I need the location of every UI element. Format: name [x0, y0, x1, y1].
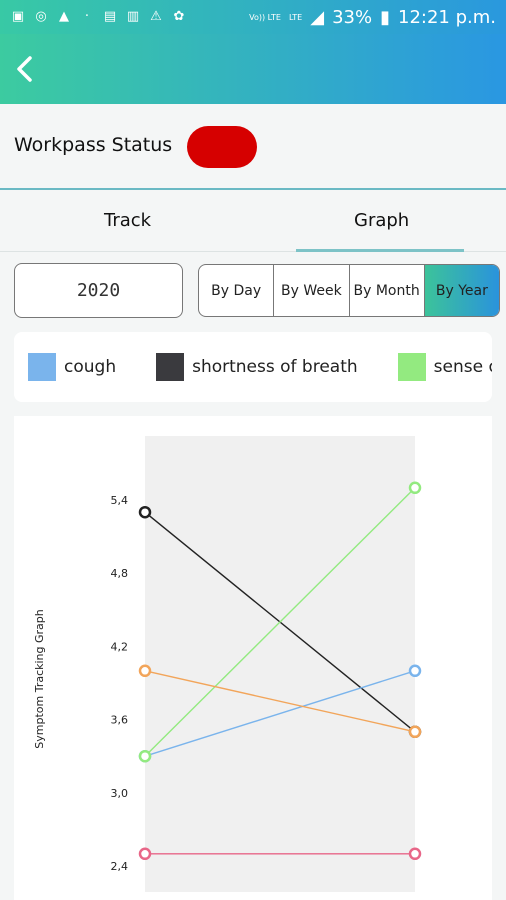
period-by-week-button[interactable]: By Week [274, 265, 350, 316]
legend-label: shortness of breath [192, 357, 358, 377]
active-tab-indicator [296, 249, 464, 252]
workpass-status-label: Workpass Status [14, 134, 173, 156]
y-tick-label: 3,0 [111, 787, 129, 800]
chart-card: 5,4 4,8 4,2 3,6 3,0 2,4 Symptom Tracking Graph [14, 416, 492, 900]
legend-item-sense: sense o [397, 353, 492, 381]
app-update-icon: ▤ [103, 9, 117, 24]
tab-track[interactable]: Track [104, 210, 151, 231]
chart-legend: cough shortness of breath sense o [14, 332, 492, 402]
legend-swatch [156, 353, 185, 381]
app-bar [0, 34, 506, 104]
plot-area [145, 436, 415, 892]
year-selector[interactable]: 2020 [14, 263, 183, 318]
legend-swatch [397, 353, 426, 381]
data-point [138, 505, 152, 519]
data-point [408, 664, 422, 678]
workpass-status-indicator [187, 126, 257, 168]
y-tick-label: 5,4 [111, 494, 129, 507]
notification-icons: ▣ ◎ ▲ · ▤ ▥ ⚠ ✿ [10, 9, 187, 25]
legend-item-shortness-of-breath: shortness of breath [156, 353, 358, 381]
y-tick-label: 3,6 [111, 714, 129, 727]
signal-icon: ◢ [310, 6, 325, 28]
battery-icon: ▮ [380, 6, 390, 28]
android-icon: ▲ [59, 9, 69, 24]
period-by-day-button[interactable]: By Day [199, 265, 275, 316]
legend-item-cough: cough [28, 353, 116, 381]
data-point [138, 749, 152, 763]
tab-graph[interactable]: Graph [354, 210, 409, 231]
symptom-line-chart: 5,4 4,8 4,2 3,6 3,0 2,4 Symptom Tracking Graph [33, 436, 422, 892]
data-point [408, 481, 422, 495]
y-tick-label: 2,4 [111, 860, 129, 873]
warning-icon: ⚠ [150, 9, 162, 24]
system-status: Vo)) LTE LTE ◢ 33% ▮ 12:21 p.m. [249, 7, 496, 28]
lte-indicator: LTE [288, 12, 303, 22]
workpass-section: Workpass Status [0, 104, 506, 190]
whatsapp-icon: ◎ [35, 9, 47, 24]
status-bar: ▣ ◎ ▲ · ▤ ▥ ⚠ ✿ Vo)) LTE LTE ◢ 33% ▮ 12:… [0, 0, 506, 34]
tab-bar: Track Graph [0, 192, 506, 252]
dot-icon: · [84, 9, 90, 24]
settings-notification-icon: ✿ [173, 9, 185, 24]
back-button[interactable] [10, 52, 44, 86]
data-point [408, 725, 422, 739]
y-tick-label: 4,8 [111, 567, 129, 580]
y-axis-label: Symptom Tracking Graph [33, 609, 46, 749]
period-selector: By Day By Week By Month By Year [198, 264, 500, 317]
period-by-month-button[interactable]: By Month [350, 265, 425, 316]
legend-swatch [28, 353, 56, 381]
y-tick-label: 4,2 [111, 640, 129, 653]
image-notification-icon: ▣ [11, 9, 25, 24]
legend-row: cough shortness of breath sense o [28, 353, 492, 381]
period-by-year-button[interactable]: By Year [424, 265, 499, 316]
legend-label: sense o [433, 357, 492, 377]
legend-label: cough [64, 357, 117, 377]
volte-indicator: Vo)) LTE [249, 12, 281, 22]
battery-percent: 33% [332, 6, 373, 28]
data-point [408, 847, 422, 861]
data-point [138, 847, 152, 861]
clock: 12:21 p.m. [398, 6, 496, 28]
box-icon: ▥ [126, 9, 140, 24]
back-arrow-icon [17, 56, 32, 82]
data-point [138, 664, 152, 678]
